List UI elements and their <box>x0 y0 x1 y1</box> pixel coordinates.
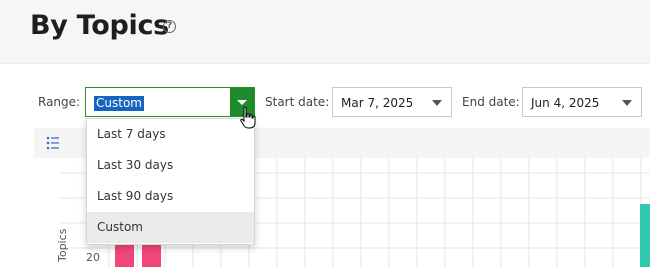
list-icon[interactable] <box>46 136 60 150</box>
page-header: By Topics ? <box>0 0 650 64</box>
chevron-down-icon <box>622 100 632 106</box>
chevron-down-icon <box>432 100 442 106</box>
end-date-value: Jun 4, 2025 <box>531 96 600 110</box>
start-date-value: Mar 7, 2025 <box>341 96 414 110</box>
dropdown-option-last-7-days[interactable]: Last 7 days <box>87 119 254 150</box>
start-date-select[interactable]: Mar 7, 2025 <box>332 87 452 117</box>
range-label: Range: <box>38 95 81 109</box>
y-tick-label: 20 <box>86 251 100 264</box>
help-icon[interactable]: ? <box>163 20 176 33</box>
range-select[interactable]: Custom <box>85 87 255 117</box>
bar-pink-1[interactable] <box>115 242 134 267</box>
end-date-label: End date: <box>462 95 520 109</box>
end-date-select[interactable]: Jun 4, 2025 <box>522 87 642 117</box>
page-title: By Topics <box>30 10 169 41</box>
dropdown-option-last-30-days[interactable]: Last 30 days <box>87 150 254 181</box>
start-date-label: Start date: <box>265 95 330 109</box>
dropdown-option-last-90-days[interactable]: Last 90 days <box>87 181 254 212</box>
y-axis-label: Topics <box>56 228 69 262</box>
caret-down-icon <box>237 100 247 105</box>
range-dropdown-menu: Last 7 days Last 30 days Last 90 days Cu… <box>86 118 255 245</box>
bar-pink-2[interactable] <box>142 242 161 267</box>
dropdown-option-custom[interactable]: Custom <box>87 212 254 243</box>
range-select-value[interactable]: Custom <box>94 96 144 111</box>
hand-cursor-icon <box>240 106 256 129</box>
bar-teal-1[interactable] <box>640 204 650 267</box>
